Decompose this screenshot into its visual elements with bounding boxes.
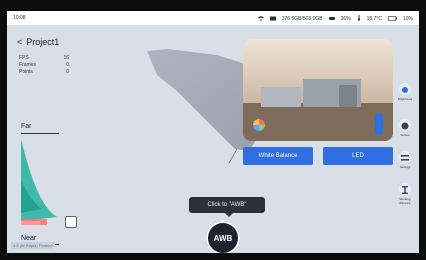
depth-histogram	[21, 139, 57, 225]
back-arrow-icon[interactable]: <	[17, 37, 22, 47]
storage-icon	[269, 16, 276, 23]
settings-icon	[399, 151, 411, 163]
status-bar: 10:08 376.6GB/503.0GB 36% 18.7°C 10%	[7, 11, 419, 25]
stat-row-points: Points 0	[19, 69, 69, 76]
memory-icon	[328, 16, 335, 23]
status-time: 10:08	[13, 15, 26, 21]
battery-text: 10%	[402, 16, 413, 22]
stats-panel: FPS 16 Frames 0 Points 0	[19, 55, 69, 76]
stat-label: FPS	[19, 55, 29, 61]
color-wheel-icon[interactable]	[253, 119, 265, 131]
sidebar-item-label: Settings	[399, 165, 411, 169]
awb-button[interactable]: AWB	[206, 221, 240, 253]
sidebar-item-brightness[interactable]: Brightness	[397, 83, 413, 101]
sidebar-item-settings[interactable]: Settings	[397, 151, 413, 169]
sidebar-item-working-distance[interactable]: Working distance	[397, 183, 413, 205]
thermometer-icon	[357, 15, 361, 23]
project-header[interactable]: < Project1	[17, 37, 59, 47]
stat-value: 16	[63, 55, 69, 61]
mode-label: 1.5 (W Rapid) Feature	[11, 242, 55, 249]
sidebar: Brightness Texture Settings Working dist…	[397, 83, 413, 215]
texture-icon	[399, 119, 411, 131]
brightness-icon	[399, 83, 411, 95]
led-button[interactable]: LED	[323, 147, 393, 165]
awb-hint-tooltip: Click to "AWB"	[189, 197, 265, 217]
sidebar-item-label: Working distance	[399, 197, 411, 205]
far-line	[21, 133, 59, 134]
status-right: 376.6GB/503.0GB 36% 18.7°C 10%	[257, 15, 413, 23]
stat-label: Points	[19, 69, 33, 75]
stat-value: 0	[66, 62, 69, 68]
storage-text: 376.6GB/503.0GB	[281, 16, 323, 22]
stat-row-frames: Frames 0	[19, 62, 69, 69]
white-balance-button[interactable]: White Balance	[243, 147, 313, 165]
wifi-icon	[257, 15, 264, 23]
device-frame: 10:08 376.6GB/503.0GB 36% 18.7°C 10% < P…	[0, 0, 426, 260]
sidebar-item-label: Brightness	[397, 97, 413, 101]
sidebar-item-texture[interactable]: Texture	[397, 119, 413, 137]
preview-slider[interactable]	[375, 113, 383, 135]
depth-range-handle[interactable]	[65, 216, 77, 228]
working-distance-icon	[399, 183, 411, 195]
depth-panel: Far Near	[21, 123, 61, 253]
stat-value: 0	[66, 69, 69, 75]
near-label: Near	[21, 235, 37, 242]
stat-row-fps: FPS 16	[19, 55, 69, 62]
camera-preview	[243, 39, 393, 141]
battery-icon	[387, 15, 397, 23]
sidebar-item-label: Texture	[400, 133, 410, 137]
memory-text: 36%	[340, 16, 351, 22]
stat-label: Frames	[19, 62, 36, 68]
app-screen: 10:08 376.6GB/503.0GB 36% 18.7°C 10% < P…	[7, 11, 419, 253]
far-label: Far	[21, 123, 32, 130]
project-title: Project1	[26, 37, 60, 47]
preview-image	[243, 39, 393, 141]
temperature-text: 18.7°C	[366, 16, 382, 22]
